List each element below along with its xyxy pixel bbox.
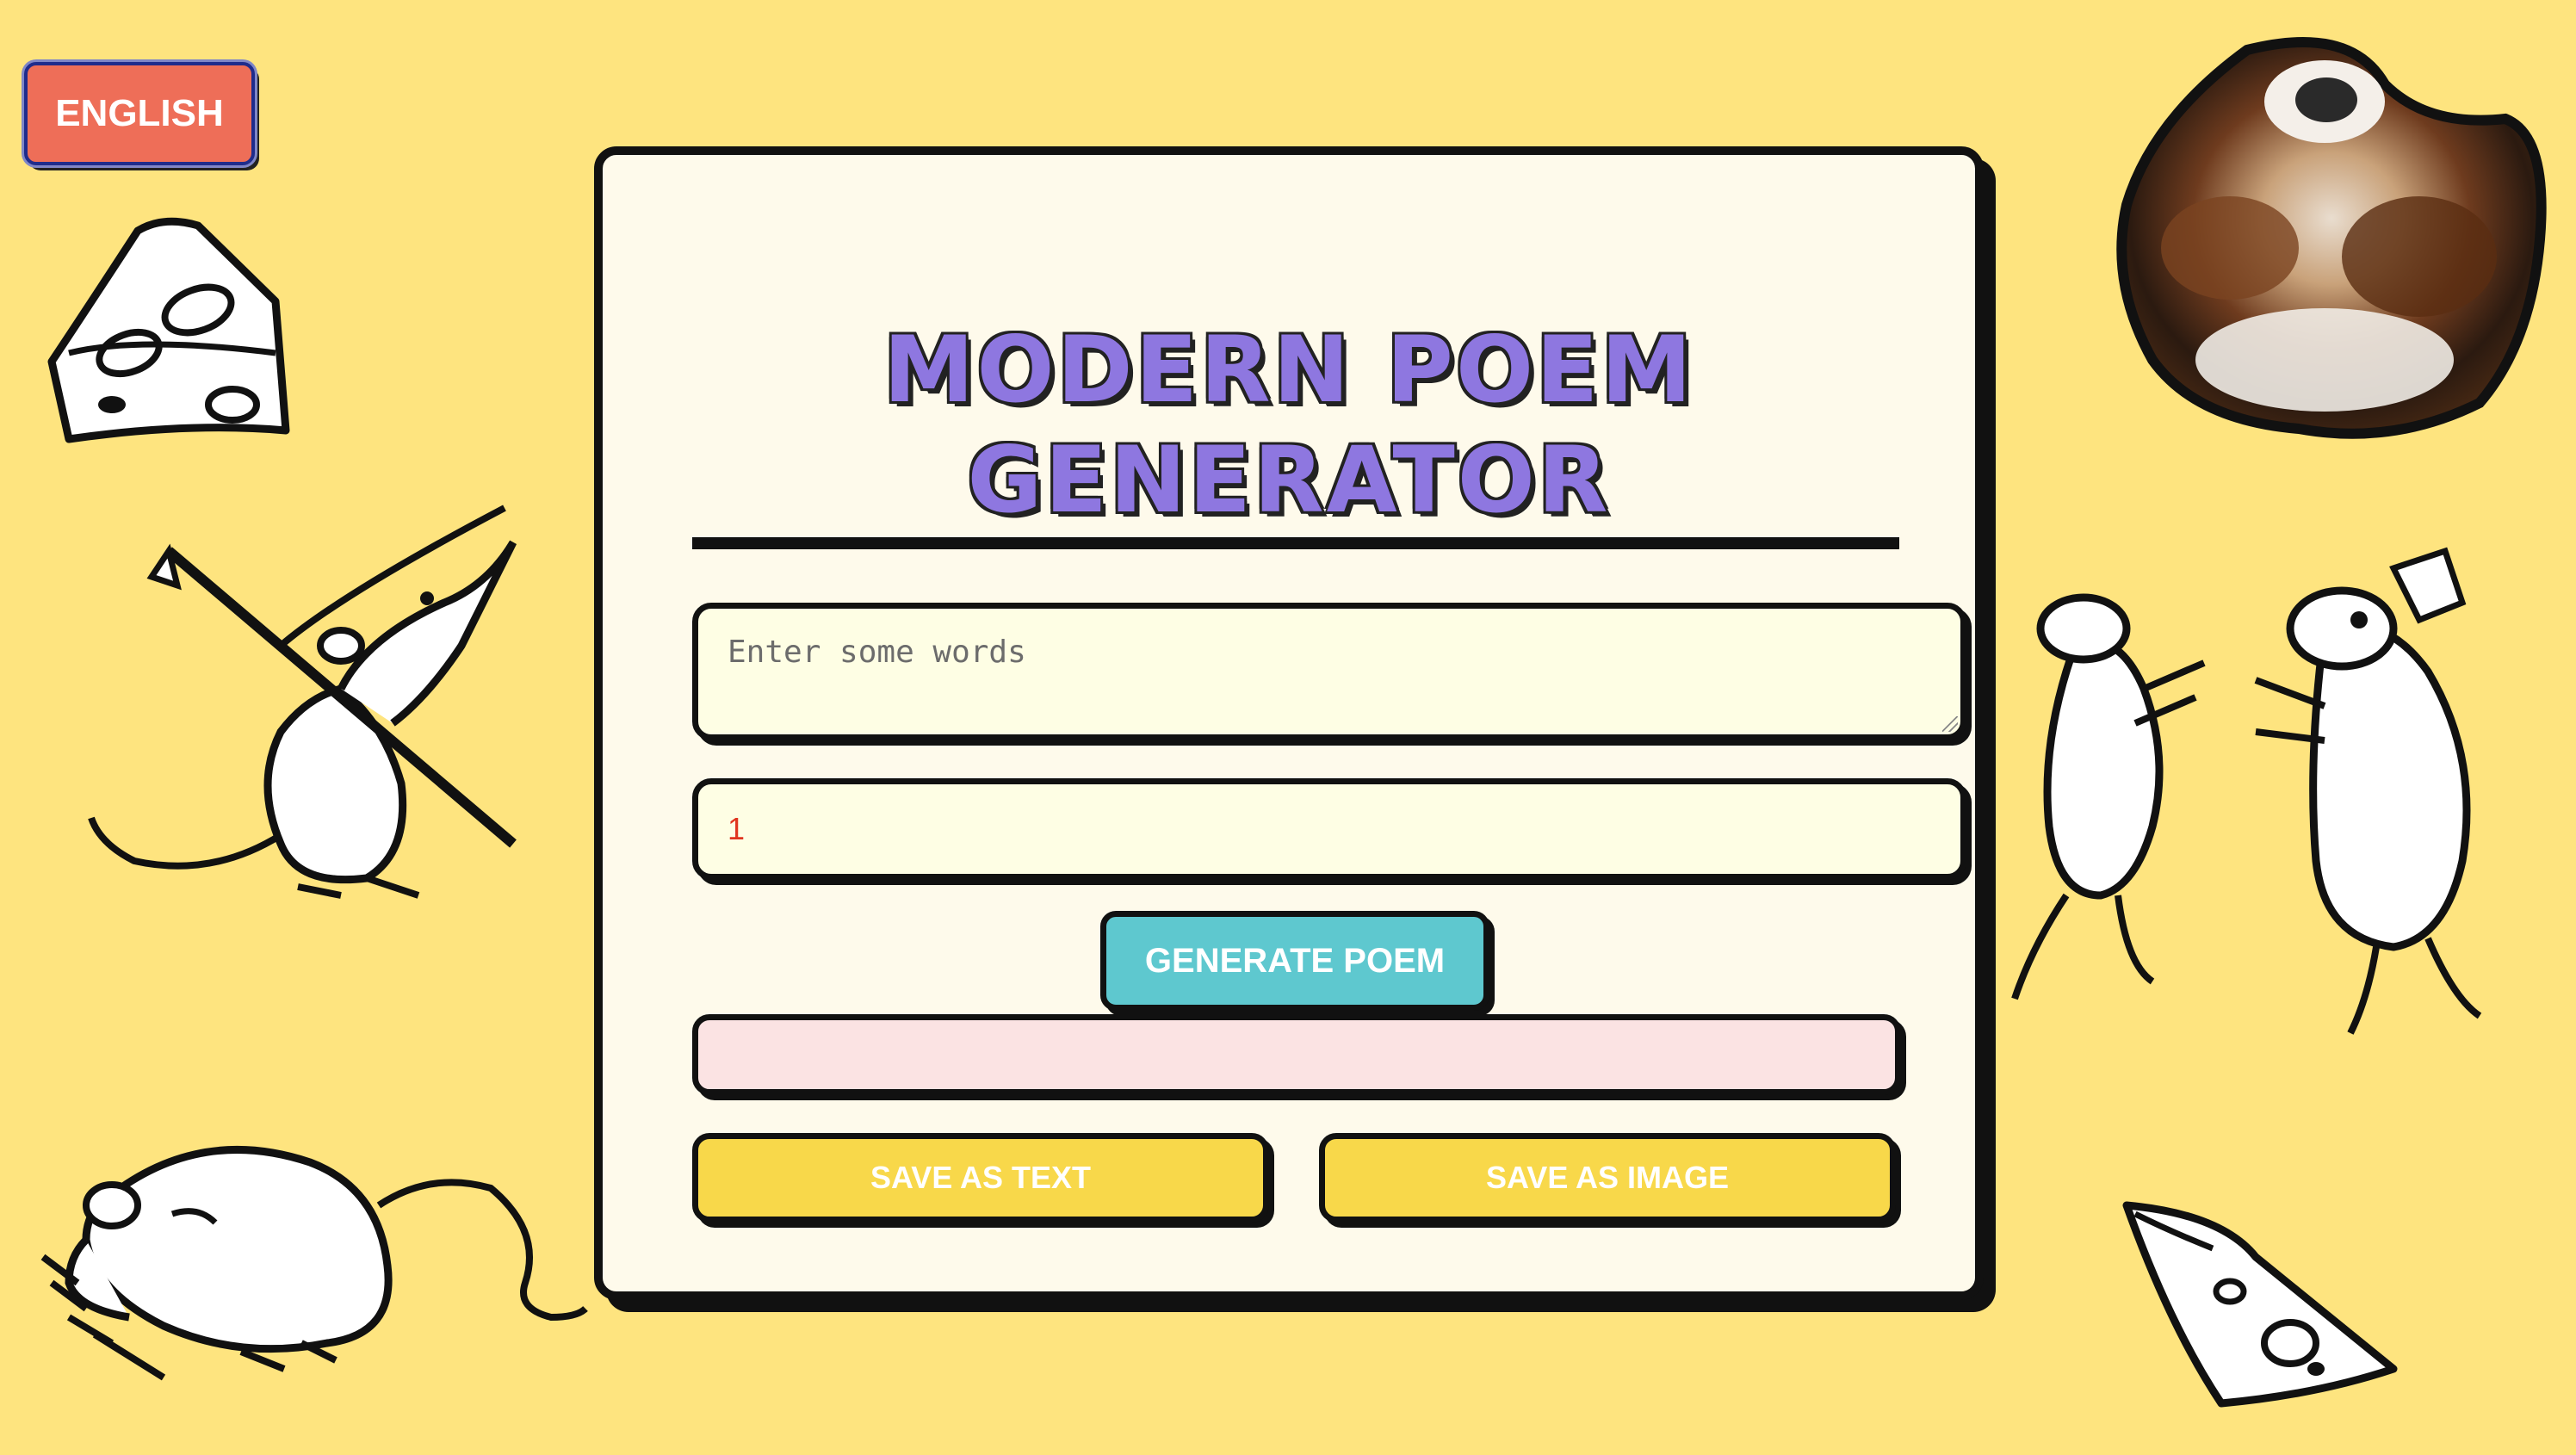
save-as-image-button[interactable]: SAVE AS IMAGE — [1319, 1133, 1896, 1223]
page-title-line2: GENERATOR — [967, 427, 1611, 533]
poem-output — [692, 1014, 1901, 1095]
crouching-rat-drawing — [34, 1111, 594, 1386]
save-as-text-button[interactable]: SAVE AS TEXT — [692, 1133, 1269, 1223]
language-button[interactable]: ENGLISH — [24, 62, 255, 165]
generate-poem-button[interactable]: GENERATE POEM — [1100, 911, 1489, 1011]
dancing-rats-drawing — [1997, 534, 2566, 1059]
page-title: MODERN POEM GENERATOR — [603, 315, 1975, 536]
resize-handle-icon[interactable] — [1942, 716, 1958, 732]
words-input[interactable] — [692, 603, 1966, 740]
title-divider — [692, 537, 1899, 549]
cheese-drawing — [34, 207, 293, 456]
rat-with-spear-drawing — [83, 499, 522, 913]
poem-generator-card: MODERN POEMGENERATOR GENERATE POEM SAVE … — [594, 146, 1984, 1300]
poem-count-input[interactable] — [692, 778, 1966, 880]
dog-photo — [2101, 33, 2557, 446]
cheese-slice-drawing — [2118, 1197, 2402, 1412]
page-title-line1: MODERN POEM — [883, 317, 1694, 423]
